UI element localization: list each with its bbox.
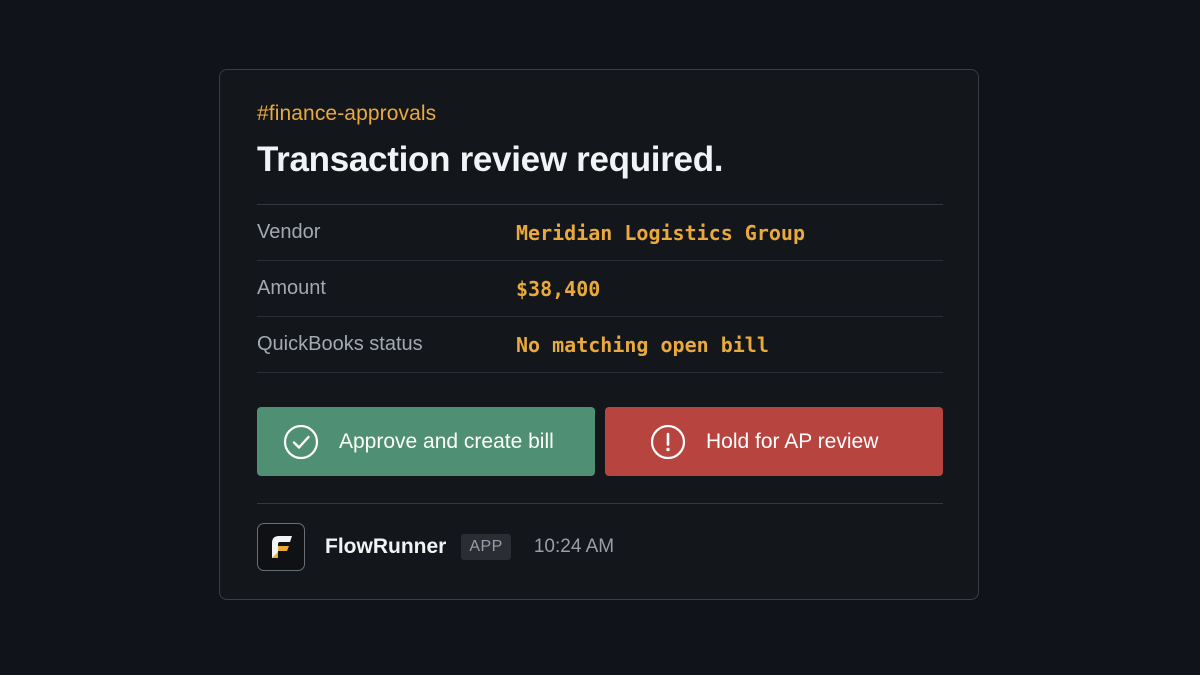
- detail-label: Vendor: [257, 221, 321, 243]
- detail-row-amount: Amount $38,400: [257, 261, 943, 317]
- approve-button[interactable]: Approve and create bill: [257, 407, 595, 476]
- detail-row-vendor: Vendor Meridian Logistics Group: [257, 204, 943, 261]
- footer-divider: [257, 503, 943, 504]
- check-circle-icon: [283, 424, 319, 459]
- logo-mark: [272, 536, 292, 558]
- detail-value: Meridian Logistics Group: [516, 220, 805, 245]
- message-card: #finance-approvals Transaction review re…: [219, 69, 979, 600]
- approve-button-label: Approve and create bill: [339, 429, 554, 453]
- message-timestamp[interactable]: 10:24 AM: [534, 536, 614, 558]
- app-badge: APP: [461, 534, 511, 560]
- detail-row-quickbooks-status: QuickBooks status No matching open bill: [257, 317, 943, 373]
- detail-value: $38,400: [516, 276, 601, 301]
- flowrunner-logo-icon[interactable]: [257, 523, 305, 571]
- details-list: Vendor Meridian Logistics Group Amount $…: [257, 204, 943, 373]
- exclamation-circle-icon: [650, 424, 686, 459]
- message-title: Transaction review required.: [257, 140, 724, 179]
- message-footer: FlowRunner APP 10:24 AM: [257, 522, 943, 572]
- hold-button[interactable]: Hold for AP review: [605, 407, 943, 476]
- action-buttons: Approve and create bill Hold for AP revi…: [257, 407, 943, 476]
- detail-value: No matching open bill: [516, 332, 769, 357]
- channel-name[interactable]: #finance-approvals: [257, 102, 436, 126]
- app-name[interactable]: FlowRunner: [325, 535, 446, 559]
- hold-button-label: Hold for AP review: [706, 429, 879, 453]
- detail-label: QuickBooks status: [257, 333, 423, 355]
- detail-label: Amount: [257, 277, 326, 299]
